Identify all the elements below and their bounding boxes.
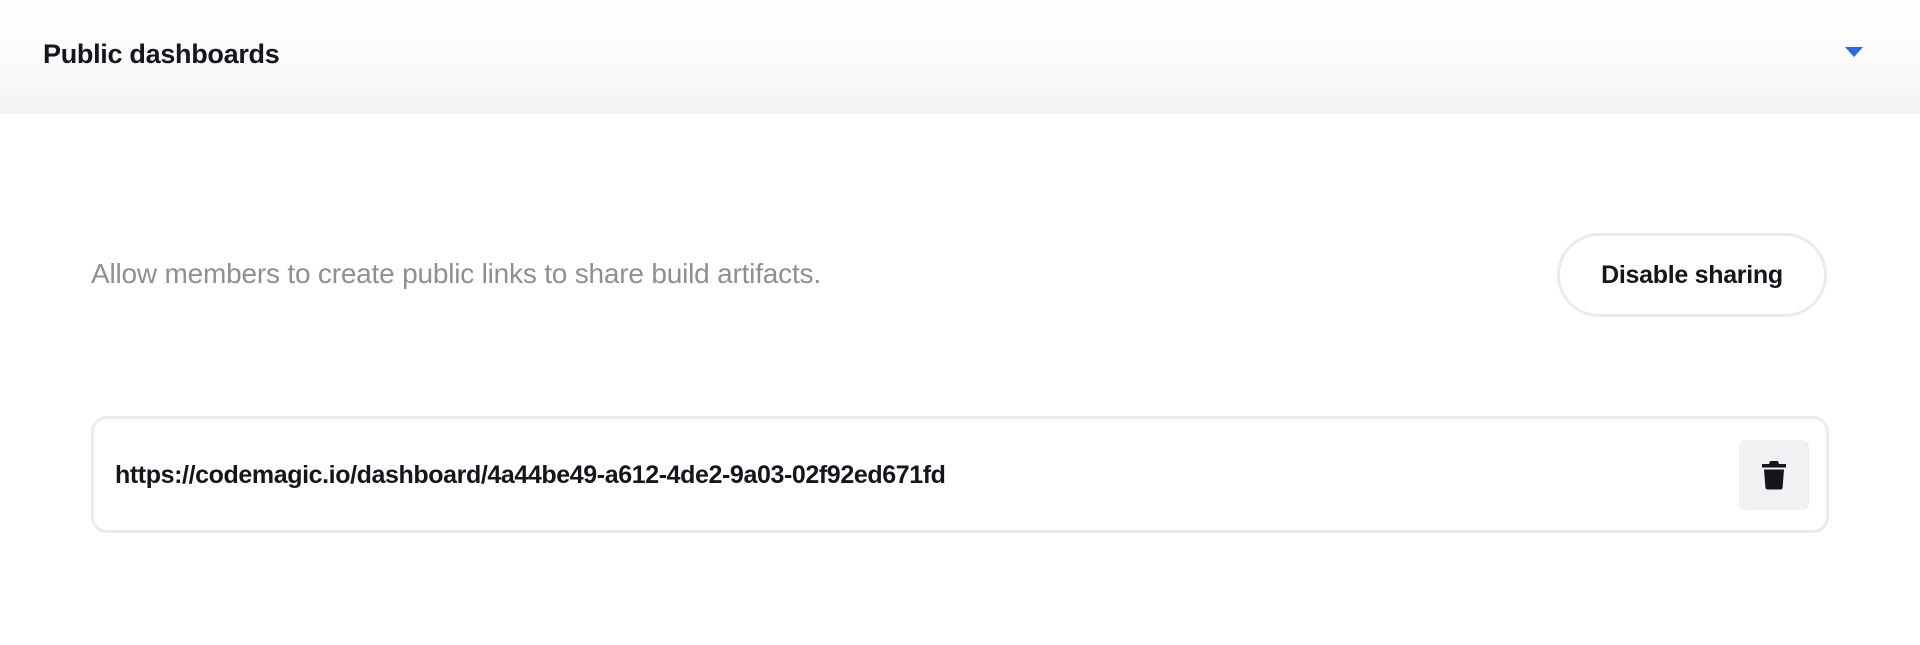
disable-sharing-button[interactable]: Disable sharing [1557, 233, 1827, 317]
delete-link-button[interactable] [1739, 440, 1809, 510]
section-title: Public dashboards [43, 39, 280, 69]
caret-down-icon[interactable] [1845, 47, 1863, 57]
section-header[interactable]: Public dashboards [0, 0, 1920, 114]
sharing-description: Allow members to create public links to … [91, 258, 821, 289]
public-link-row: https://codemagic.io/dashboard/4a44be49-… [91, 416, 1829, 533]
public-link-url[interactable]: https://codemagic.io/dashboard/4a44be49-… [115, 461, 946, 490]
section-panel [0, 114, 1920, 645]
trash-icon [1762, 461, 1786, 490]
